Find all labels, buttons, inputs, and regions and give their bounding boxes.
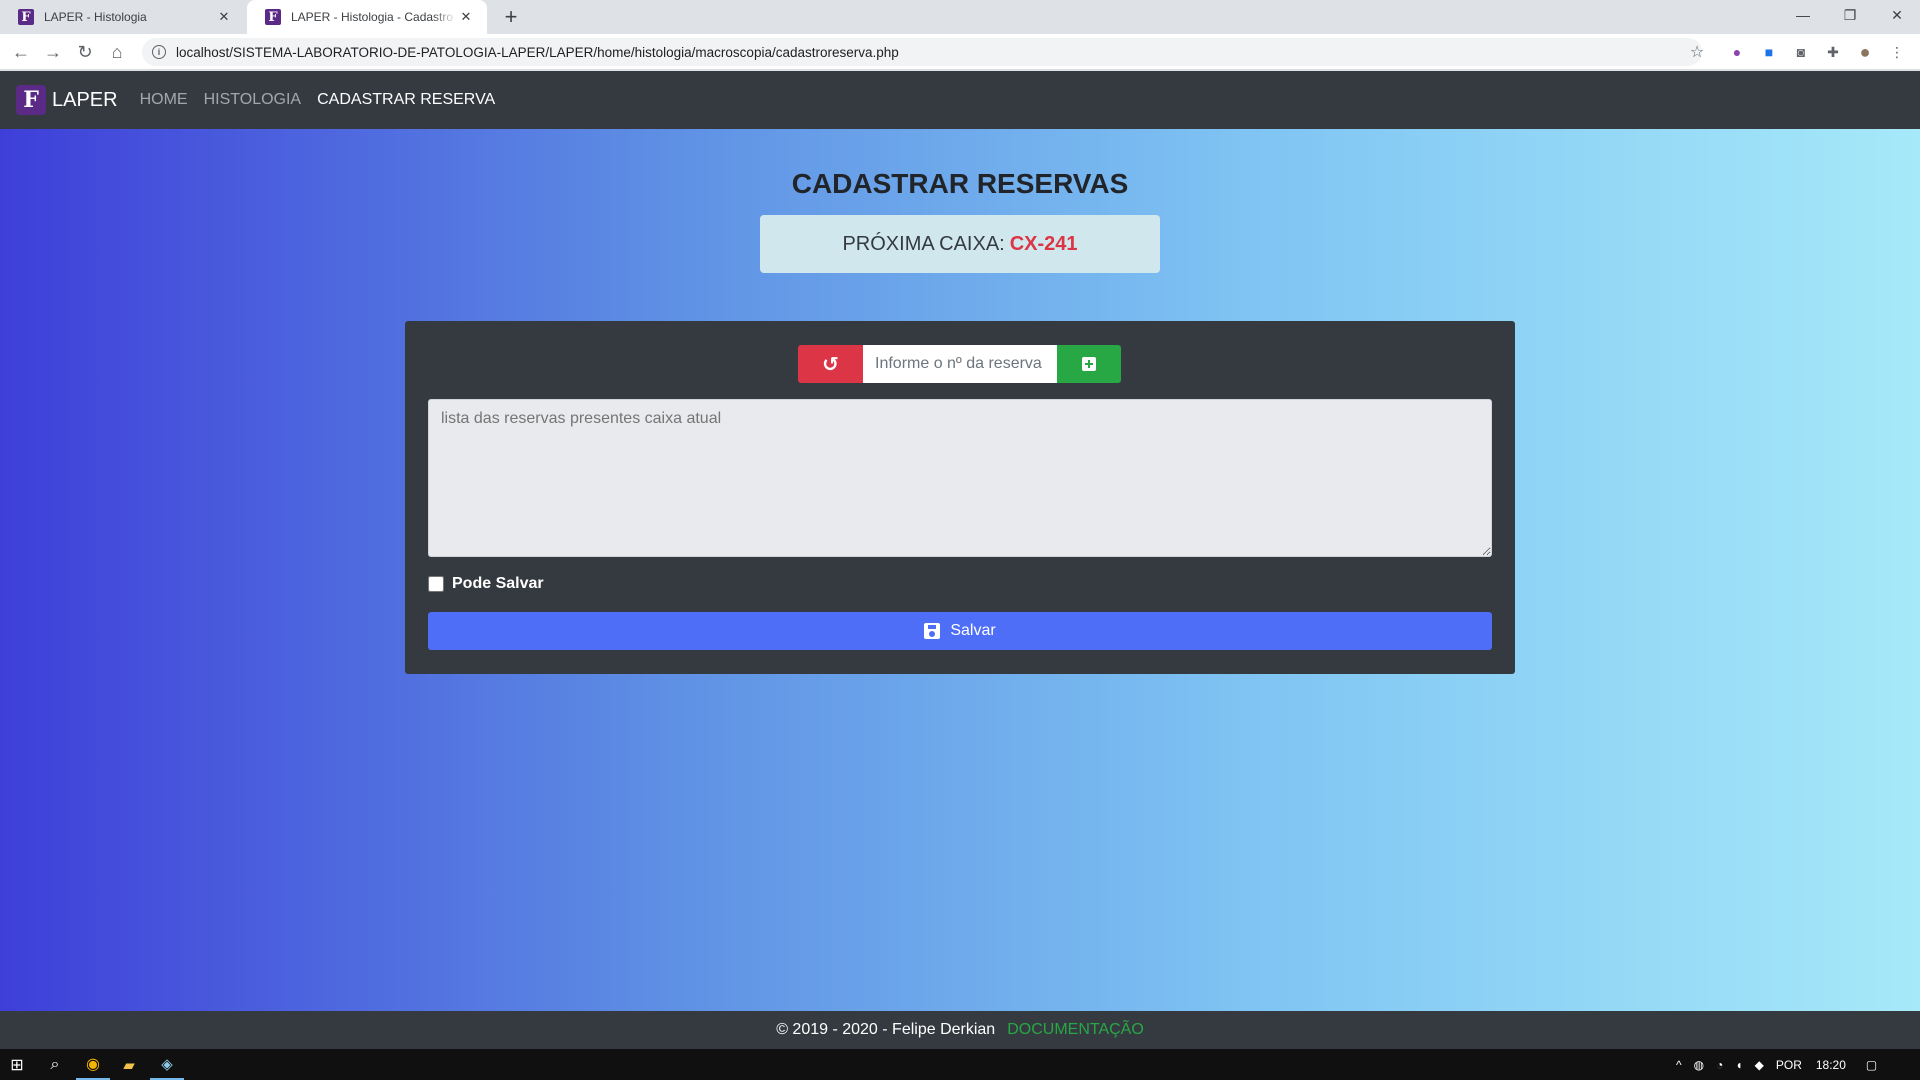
minimize-icon[interactable]: — bbox=[1780, 0, 1826, 30]
steam-icon[interactable]: ◍ bbox=[1694, 1058, 1704, 1072]
windows-start-icon[interactable]: ⊞ bbox=[0, 1049, 34, 1080]
brand[interactable]: F LAPER bbox=[16, 85, 118, 115]
url-text: localhost/SISTEMA-LABORATORIO-DE-PATOLOG… bbox=[176, 44, 899, 60]
windows-taskbar: ⊞ ⌕ ◉ ▰ ◈ ^ ◍ ◔ ◖ ◆ POR 18:20 ▢ bbox=[0, 1049, 1920, 1080]
laper-favicon: F bbox=[18, 9, 34, 25]
browser-tab-cadastro[interactable]: F LAPER - Histologia - Cadastro de Reser… bbox=[247, 0, 487, 34]
language-indicator[interactable]: POR bbox=[1776, 1058, 1802, 1072]
laper-favicon: F bbox=[265, 9, 281, 25]
new-tab-icon[interactable]: + bbox=[498, 4, 524, 30]
close-tab-icon[interactable]: ✕ bbox=[457, 9, 475, 25]
laper-logo-icon: F bbox=[16, 85, 46, 115]
reserve-form-card: ↺ Pode Salvar Salvar bbox=[405, 321, 1515, 674]
translate-extension-icon[interactable]: ■ bbox=[1760, 43, 1778, 61]
clock[interactable]: 18:20 bbox=[1816, 1058, 1846, 1072]
forward-icon[interactable]: → bbox=[39, 38, 67, 66]
search-icon[interactable]: ⌕ bbox=[38, 1049, 72, 1080]
extensions-icon[interactable]: ✚ bbox=[1824, 43, 1842, 61]
bookmark-star-icon[interactable]: ☆ bbox=[1683, 38, 1711, 66]
save-icon bbox=[924, 623, 941, 639]
next-box-code: CX-241 bbox=[1009, 232, 1078, 255]
dropbox-icon[interactable]: ◆ bbox=[1755, 1058, 1764, 1072]
reload-icon[interactable]: ↻ bbox=[71, 38, 99, 66]
tab-title: LAPER - Histologia - Cadastro de Reserva… bbox=[291, 10, 457, 24]
documentation-link[interactable]: DOCUMENTAÇÃO bbox=[1007, 1021, 1144, 1039]
color-extension-icon[interactable]: ● bbox=[1728, 43, 1746, 61]
show-hidden-icons-icon[interactable]: ^ bbox=[1676, 1058, 1682, 1072]
site-info-icon[interactable]: i bbox=[152, 45, 166, 59]
back-icon[interactable]: ← bbox=[7, 38, 35, 66]
tab-title: LAPER - Histologia bbox=[44, 10, 147, 24]
home-icon[interactable]: ⌂ bbox=[103, 38, 131, 66]
footer-copyright: © 2019 - 2020 - Felipe Derkian bbox=[776, 1021, 996, 1038]
browser-menu-icon[interactable]: ⋮ bbox=[1888, 43, 1906, 61]
reserve-number-input[interactable] bbox=[863, 345, 1057, 383]
close-window-icon[interactable]: ✕ bbox=[1874, 0, 1920, 30]
restore-icon[interactable]: ❐ bbox=[1827, 0, 1873, 30]
file-explorer-icon[interactable]: ▰ bbox=[112, 1049, 146, 1080]
reserve-input-group: ↺ bbox=[798, 345, 1121, 383]
plus-square-icon bbox=[1082, 357, 1096, 371]
address-bar[interactable]: i localhost/SISTEMA-LABORATORIO-DE-PATOL… bbox=[142, 38, 1702, 66]
app-icon[interactable]: ◈ bbox=[150, 1049, 184, 1080]
reset-button[interactable]: ↺ bbox=[798, 345, 863, 383]
browser-tab-strip: F LAPER - Histologia ✕ F LAPER - Histolo… bbox=[0, 0, 1920, 34]
close-tab-icon[interactable]: ✕ bbox=[215, 9, 233, 25]
profile-avatar[interactable]: ● bbox=[1856, 42, 1874, 62]
can-save-checkbox[interactable] bbox=[428, 576, 444, 592]
app-navbar: F LAPER HOME HISTOLOGIA CADASTRAR RESERV… bbox=[0, 71, 1920, 129]
reserve-list-textarea[interactable] bbox=[428, 399, 1492, 557]
chrome-app-icon[interactable]: ◉ bbox=[76, 1049, 110, 1080]
system-tray: ^ ◍ ◔ ◖ ◆ POR 18:20 ▢ bbox=[1676, 1049, 1877, 1080]
next-box-alert: PRÓXIMA CAIXA: CX-241 bbox=[760, 215, 1160, 273]
add-reserve-button[interactable] bbox=[1057, 345, 1121, 383]
save-button[interactable]: Salvar bbox=[428, 612, 1492, 650]
nav-link-cadastrar-reserva[interactable]: CADASTRAR RESERVA bbox=[317, 91, 495, 109]
page-title: CADASTRAR RESERVAS bbox=[791, 168, 1129, 199]
notifications-icon[interactable]: ▢ bbox=[1866, 1058, 1877, 1072]
page-footer: © 2019 - 2020 - Felipe Derkian DOCUMENTA… bbox=[0, 1011, 1920, 1049]
browser-tab-histologia[interactable]: F LAPER - Histologia ✕ bbox=[0, 0, 245, 34]
can-save-label[interactable]: Pode Salvar bbox=[452, 575, 544, 593]
nav-link-home[interactable]: HOME bbox=[140, 91, 188, 109]
undo-icon: ↺ bbox=[822, 353, 839, 376]
wifi-icon[interactable]: ◔ bbox=[1716, 1058, 1723, 1072]
browser-toolbar: ← → ↻ ⌂ i localhost/SISTEMA-LABORATORIO-… bbox=[0, 34, 1920, 70]
can-save-row: Pode Salvar bbox=[428, 575, 544, 593]
nav-link-histologia[interactable]: HISTOLOGIA bbox=[204, 91, 302, 109]
brand-name: LAPER bbox=[52, 88, 118, 111]
next-box-label: PRÓXIMA CAIXA: bbox=[842, 232, 1005, 255]
camera-extension-icon[interactable]: ◙ bbox=[1792, 43, 1810, 61]
save-label: Salvar bbox=[950, 622, 996, 639]
volume-icon[interactable]: ◖ bbox=[1735, 1058, 1742, 1072]
main-content: CADASTRAR RESERVAS PRÓXIMA CAIXA: CX-241… bbox=[0, 129, 1920, 1011]
